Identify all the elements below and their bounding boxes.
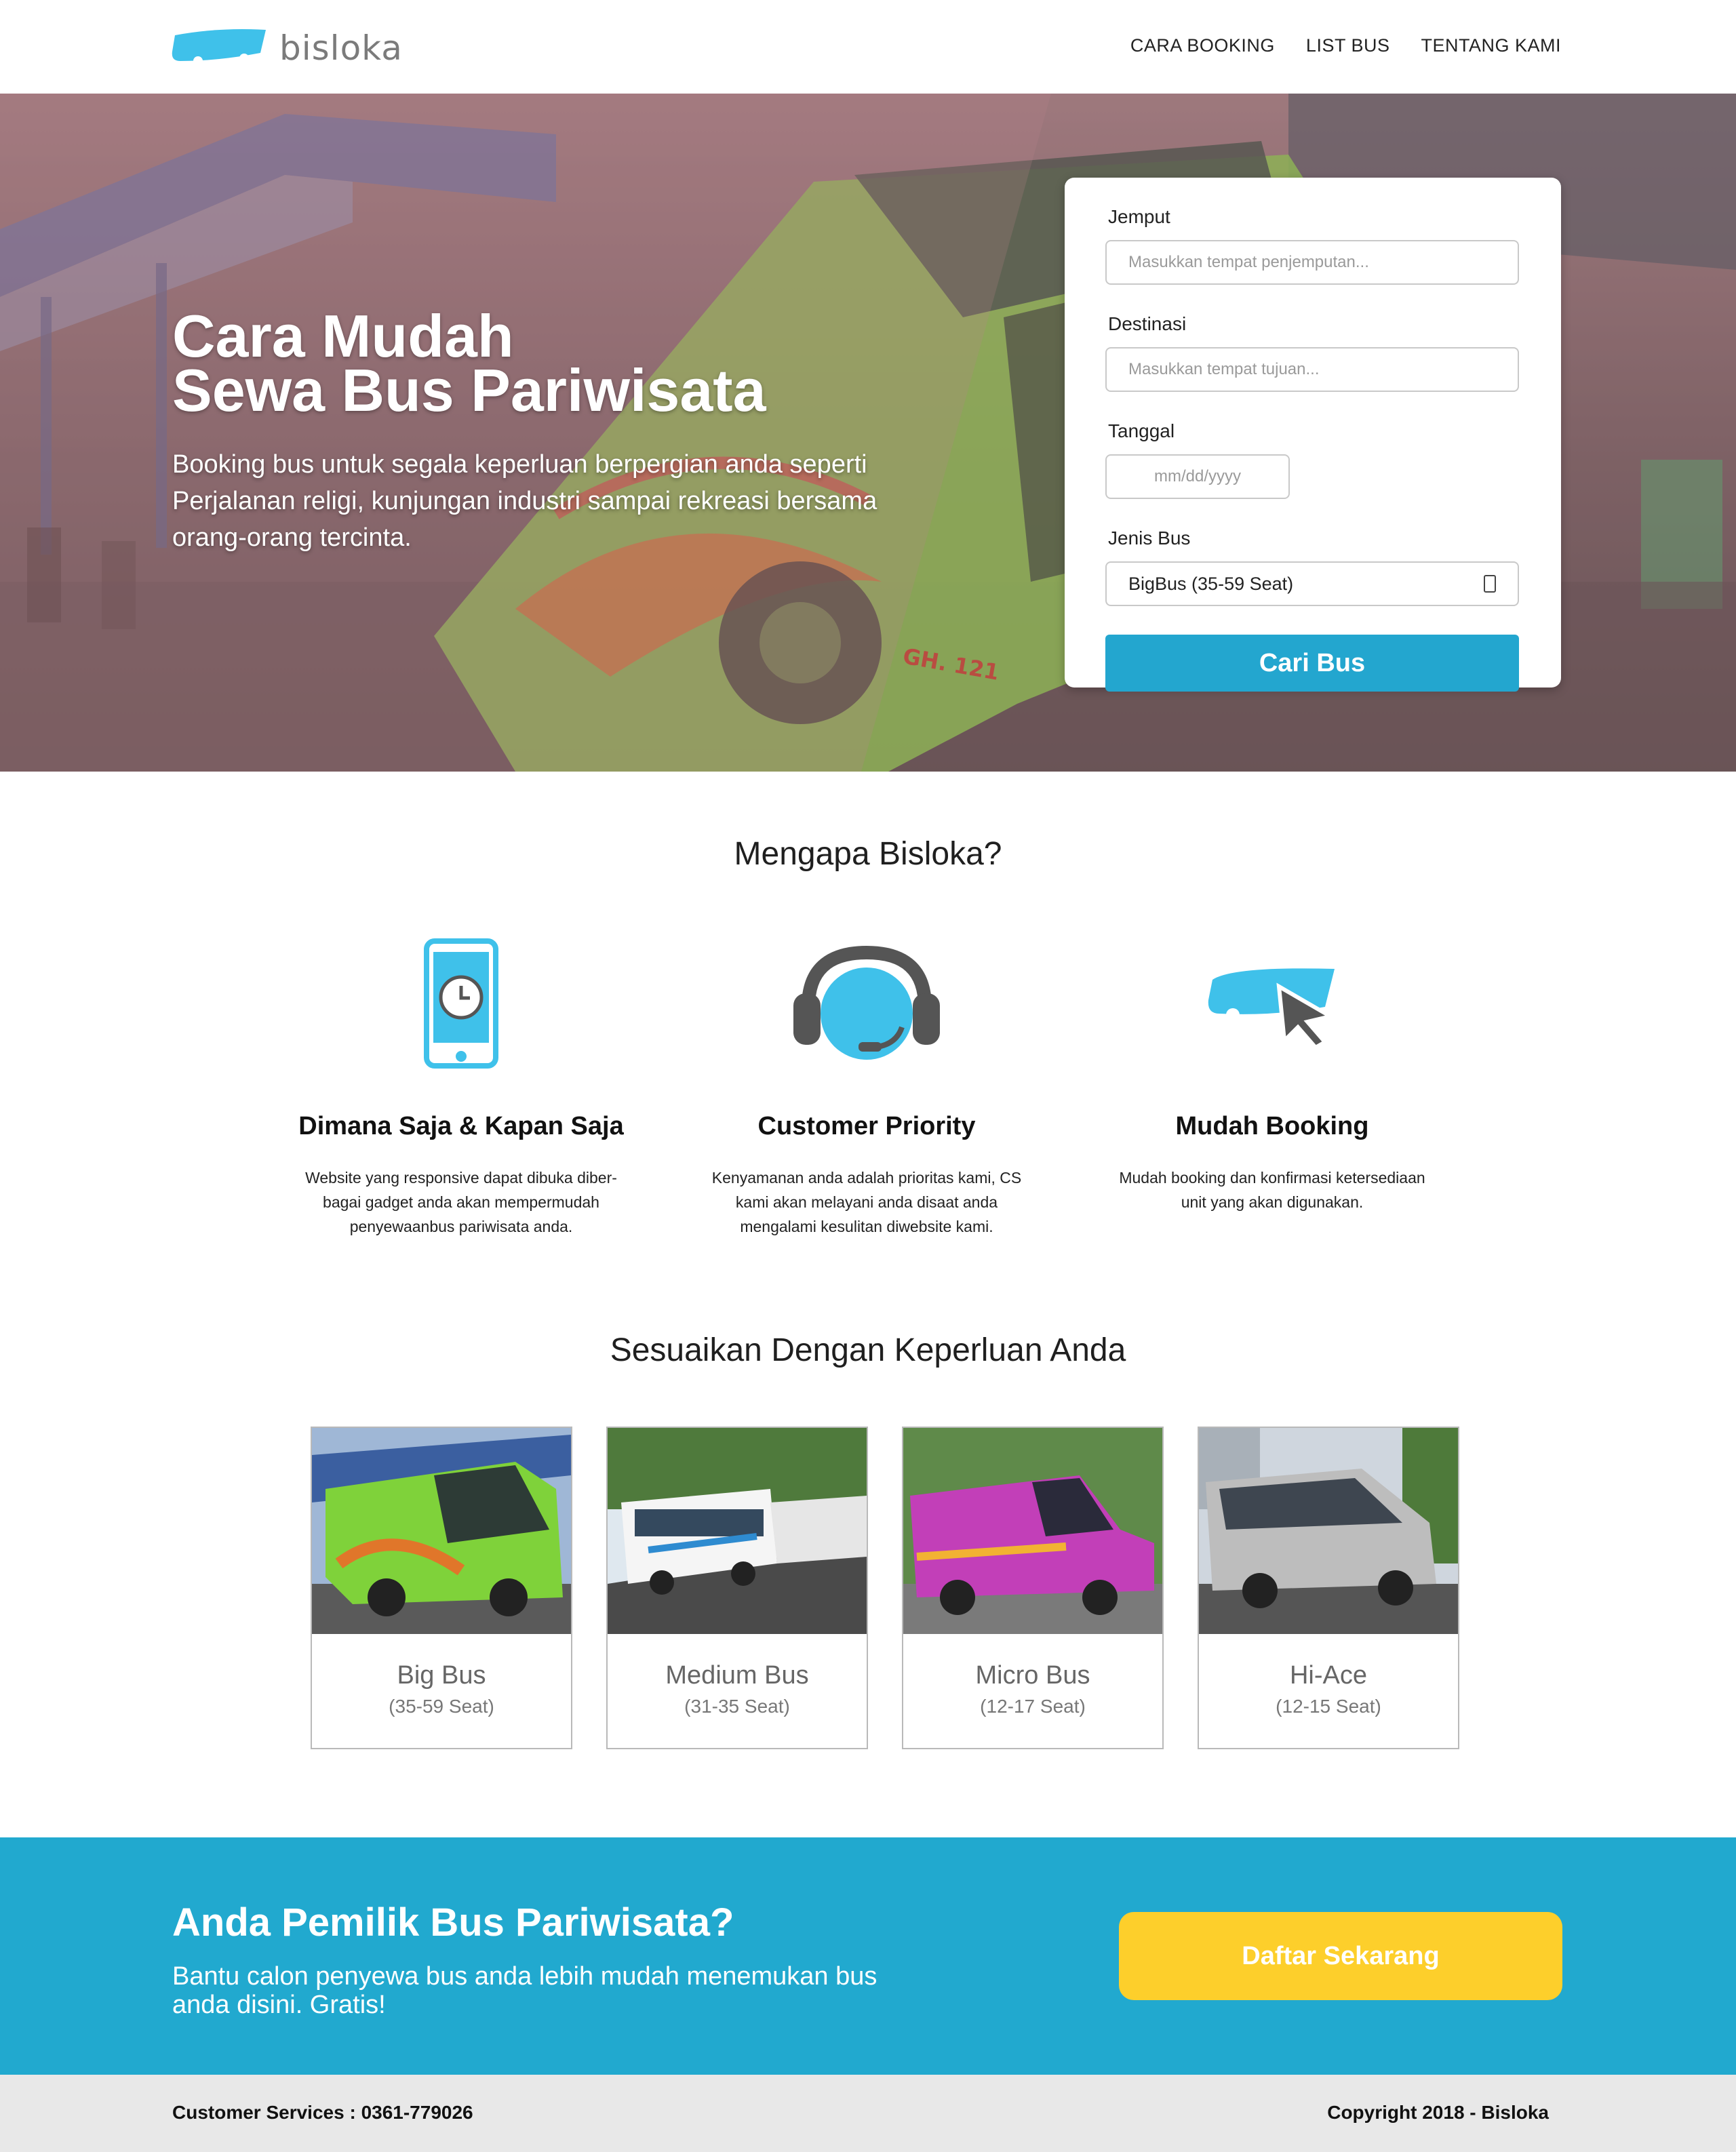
hero-title: Cara Mudah Sewa Bus Pariwisata [172, 302, 766, 424]
headset-icon [690, 936, 1043, 1071]
booking-form: Jemput Masukkan tempat penjemputan... De… [1065, 178, 1561, 692]
select-arrow-icon [1484, 575, 1496, 593]
feature-customer-priority: Customer Priority Kenyamanan anda adalah… [690, 936, 1043, 1239]
feature-anywhere: Dimana Saja & Kapan Saja Website yang re… [285, 936, 637, 1239]
feature-title: Dimana Saja & Kapan Saja [298, 1112, 624, 1140]
bus-card-big-bus[interactable]: Big Bus (35-59 Seat) [311, 1427, 572, 1749]
bus-card-name: Micro Bus [975, 1661, 1090, 1690]
big-bus-photo [312, 1428, 571, 1634]
customer-service-text: Customer Services : 0361-779026 [172, 2102, 473, 2123]
top-navbar: bisloka CARA BOOKING LIST BUS TENTANG KA… [0, 0, 1736, 94]
pickup-input[interactable]: Masukkan tempat penjemputan... [1105, 240, 1519, 285]
copyright-text: Copyright 2018 - Bisloka [1327, 2102, 1549, 2123]
bus-logo-icon [172, 29, 266, 66]
bus-card-seat: (31-35 Seat) [684, 1696, 790, 1717]
feature-easy-booking: Mudah Booking Mudah booking dan konfirma… [1096, 936, 1448, 1214]
bus-card-seat: (35-59 Seat) [389, 1696, 494, 1717]
feature-text: Website yang responsive dapat dibuka dib… [305, 1169, 617, 1235]
bus-card-seat: (12-17 Seat) [980, 1696, 1086, 1717]
hi-ace-photo [1199, 1428, 1458, 1634]
bus-type-select[interactable]: BigBus (35-59 Seat) [1105, 561, 1519, 606]
logo[interactable]: bisloka [171, 26, 408, 69]
destination-input[interactable]: Masukkan tempat tujuan... [1105, 347, 1519, 392]
feature-title: Customer Priority [757, 1112, 976, 1140]
bus-type-value: BigBus (35-59 Seat) [1128, 573, 1294, 594]
bus-type-label: Jenis Bus [1108, 527, 1191, 549]
micro-bus-photo [903, 1428, 1162, 1634]
feature-title: Mudah Booking [1175, 1112, 1369, 1140]
why-heading: Mengapa Bisloka? [734, 836, 1002, 872]
bus-card-name: Hi-Ace [1289, 1661, 1368, 1690]
bus-card-name: Medium Bus [665, 1661, 809, 1690]
bus-card-seat: (12-15 Seat) [1276, 1696, 1381, 1717]
phone-clock-icon [285, 936, 637, 1071]
feature-text: Mudah booking dan konfirmasi ketersediaa… [1119, 1169, 1425, 1211]
medium-bus-photo [608, 1428, 867, 1634]
pickup-label: Jemput [1108, 206, 1170, 227]
hero-subtitle: Booking bus untuk segala keperluan berpe… [172, 450, 877, 552]
nav-links: CARA BOOKING LIST BUS TENTANG KAMI [1130, 35, 1561, 56]
footer: Customer Services : 0361-779026 Copyrigh… [0, 2075, 1736, 2152]
bus-cursor-icon [1096, 936, 1448, 1071]
destination-label: Destinasi [1108, 313, 1187, 334]
bus-card-micro-bus[interactable]: Micro Bus (12-17 Seat) [902, 1427, 1164, 1749]
nav-link-list-bus[interactable]: LIST BUS [1306, 35, 1390, 56]
logo-text: bisloka [279, 28, 403, 68]
hero-section: GH. 121 Cara Mudah Sewa Bus Pariwisata B… [0, 94, 1736, 772]
bus-card-medium-bus[interactable]: Medium Bus (31-35 Seat) [606, 1427, 868, 1749]
owner-cta-section: Anda Pemilik Bus Pariwisata? Bantu calon… [0, 1837, 1736, 2075]
nav-link-cara-booking[interactable]: CARA BOOKING [1130, 35, 1275, 56]
cta-text: Bantu calon penyewa bus anda lebih mudah… [172, 1962, 877, 2019]
bus-card-name: Big Bus [397, 1661, 486, 1690]
cta-heading: Anda Pemilik Bus Pariwisata? [172, 1900, 734, 1945]
search-bus-button[interactable]: Cari Bus [1105, 635, 1519, 692]
nav-link-tentang-kami[interactable]: TENTANG KAMI [1421, 35, 1561, 56]
date-label: Tanggal [1108, 420, 1175, 441]
register-now-button[interactable]: Daftar Sekarang [1119, 1912, 1562, 2000]
date-input[interactable]: mm/dd/yyyy [1105, 454, 1290, 499]
bus-card-hi-ace[interactable]: Hi-Ace (12-15 Seat) [1198, 1427, 1459, 1749]
hero-title-line1: Cara Mudah [172, 302, 514, 370]
bus-types-heading: Sesuaikan Dengan Keperluan Anda [610, 1332, 1126, 1368]
feature-text: Kenyamanan anda adalah prioritas kami, C… [711, 1169, 1022, 1235]
hero-title-line2: Sewa Bus Pariwisata [172, 357, 766, 424]
